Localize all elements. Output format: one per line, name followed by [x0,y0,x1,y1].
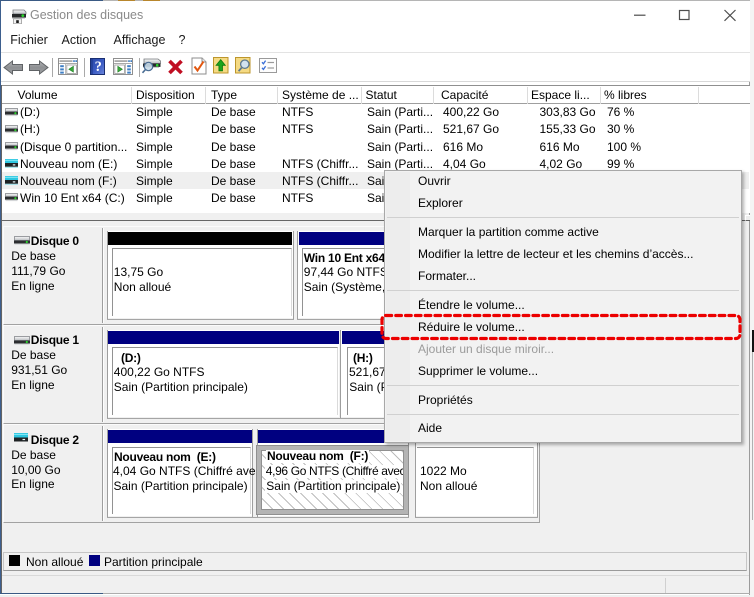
svg-text:?: ? [94,59,101,75]
